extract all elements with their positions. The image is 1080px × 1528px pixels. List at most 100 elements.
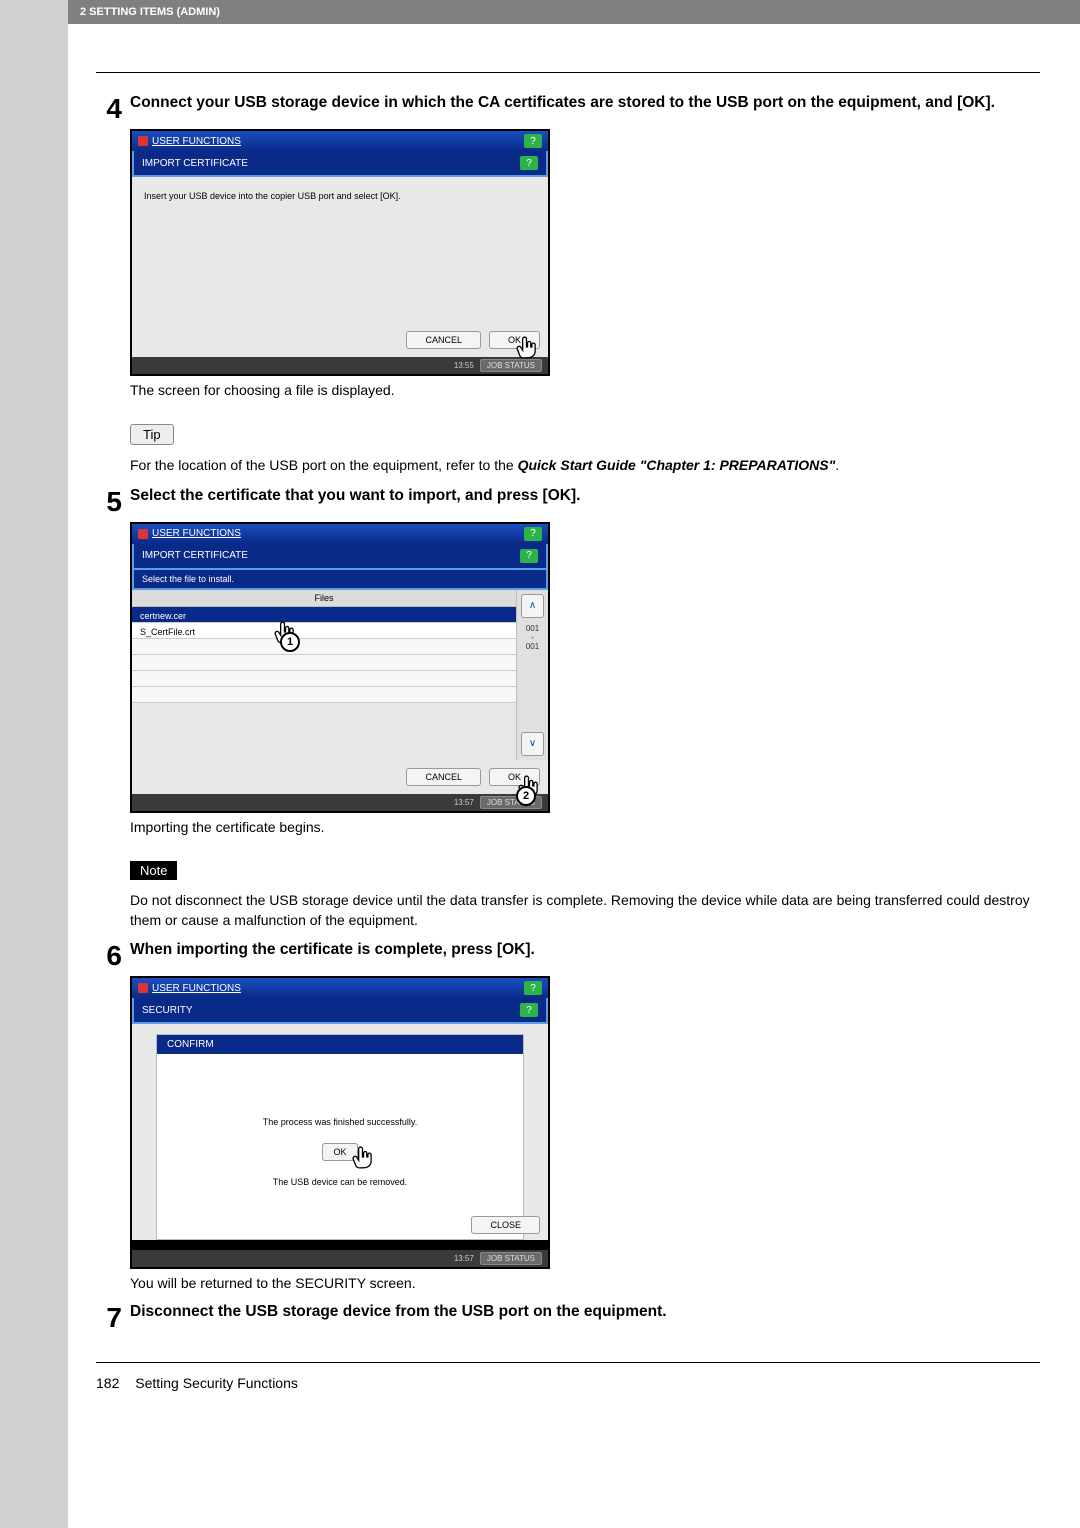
step5-caption: Importing the certificate begins.: [130, 817, 1040, 837]
status-icon: [138, 136, 148, 146]
help-icon[interactable]: ?: [524, 981, 542, 995]
ds-breadcrumb: IMPORT CERTIFICATE ?: [132, 544, 548, 570]
ds-instruction-bar: Select the file to install.: [132, 570, 548, 590]
tip-text: For the location of the USB port on the …: [130, 455, 1040, 475]
step-number: 6: [96, 940, 130, 970]
step-number: 5: [96, 486, 130, 516]
step-5: 5 Select the certificate that you want t…: [96, 486, 1040, 516]
ds-title: USER FUNCTIONS: [152, 983, 241, 994]
help-icon[interactable]: ?: [524, 134, 542, 148]
confirm-content: The process was finished successfully. O…: [157, 1054, 523, 1239]
file-row-empty: [132, 639, 516, 655]
confirm-dialog: CONFIRM The process was finished success…: [156, 1034, 524, 1240]
file-row-empty: [132, 671, 516, 687]
step-number: 4: [96, 93, 130, 123]
device-screen-2: USER FUNCTIONS ? IMPORT CERTIFICATE ? Se…: [130, 522, 550, 813]
ds-title: USER FUNCTIONS: [152, 136, 241, 147]
ds-footer: 13:57 JOB STATUS: [132, 1250, 548, 1267]
cancel-button[interactable]: CANCEL: [406, 331, 481, 349]
status-icon: [138, 529, 148, 539]
page-sep: -: [517, 633, 548, 642]
ds-titlebar: USER FUNCTIONS ?: [132, 131, 548, 151]
step-4: 4 Connect your USB storage device in whi…: [96, 93, 1040, 123]
page-sidebar: [0, 0, 68, 1528]
step-title: When importing the certificate is comple…: [130, 940, 1040, 970]
breadcrumb-text: SECURITY: [142, 1005, 193, 1016]
page-footer: 182 Setting Security Functions: [68, 1375, 1080, 1391]
button-row: CANCEL OK 2: [132, 760, 548, 794]
screenshot-step6: USER FUNCTIONS ? SECURITY ? CONFIRM The …: [130, 976, 1040, 1269]
step4-caption: The screen for choosing a file is displa…: [130, 380, 1040, 400]
help-icon[interactable]: ?: [520, 156, 538, 170]
pointer-icon: [350, 1145, 376, 1171]
section-header-text: 2 SETTING ITEMS (ADMIN): [80, 6, 220, 18]
ds-body: Insert your USB device into the copier U…: [132, 177, 548, 357]
page-number: 182: [96, 1375, 119, 1391]
step-title: Disconnect the USB storage device from t…: [130, 1302, 1040, 1332]
files-header: Files: [132, 590, 516, 607]
instruction-text: Insert your USB device into the copier U…: [142, 187, 538, 205]
section-header: 2 SETTING ITEMS (ADMIN): [68, 0, 1080, 24]
note-text: Do not disconnect the USB storage device…: [130, 890, 1040, 931]
scroll-up-button[interactable]: ∧: [521, 594, 544, 618]
file-row[interactable]: S_CertFile.crt: [132, 623, 516, 639]
file-row[interactable]: certnew.cer: [132, 607, 516, 623]
help-icon[interactable]: ?: [520, 549, 538, 563]
step-number: 7: [96, 1302, 130, 1332]
screenshot-step4: USER FUNCTIONS ? IMPORT CERTIFICATE ? In…: [130, 129, 1040, 376]
device-screen-1: USER FUNCTIONS ? IMPORT CERTIFICATE ? In…: [130, 129, 550, 376]
bottom-rule: [96, 1362, 1040, 1363]
tip-reference: Quick Start Guide "Chapter 1: PREPARATIO…: [518, 457, 836, 473]
device-screen-3: USER FUNCTIONS ? SECURITY ? CONFIRM The …: [130, 976, 550, 1269]
step-6: 6 When importing the certificate is comp…: [96, 940, 1040, 970]
page-content: 4 Connect your USB storage device in whi…: [68, 72, 1080, 1363]
file-list-scroll: ∧ 001 - 001 ∨: [516, 590, 548, 760]
help-icon[interactable]: ?: [520, 1003, 538, 1017]
confirm-message: The process was finished successfully.: [263, 1117, 417, 1127]
step-title: Select the certificate that you want to …: [130, 486, 1040, 516]
top-rule: [96, 72, 1040, 73]
ds-body-filelist: Files certnew.cer S_CertFile.crt ∧ 001 -: [132, 590, 548, 760]
ds-body: CONFIRM The process was finished success…: [132, 1024, 548, 1240]
tip-text-part2: .: [835, 457, 839, 473]
cancel-button[interactable]: CANCEL: [406, 768, 481, 786]
breadcrumb-text: IMPORT CERTIFICATE: [142, 550, 248, 561]
tip-text-part1: For the location of the USB port on the …: [130, 457, 518, 473]
screenshot-step5: USER FUNCTIONS ? IMPORT CERTIFICATE ? Se…: [130, 522, 1040, 813]
footer-title: Setting Security Functions: [135, 1375, 298, 1391]
page-current: 001: [517, 624, 548, 633]
ds-title: USER FUNCTIONS: [152, 528, 241, 539]
help-icon[interactable]: ?: [524, 527, 542, 541]
manual-page: 2 SETTING ITEMS (ADMIN) 4 Connect your U…: [0, 0, 1080, 1528]
page-total: 001: [517, 642, 548, 651]
confirm-header: CONFIRM: [157, 1035, 523, 1054]
ds-breadcrumb: IMPORT CERTIFICATE ?: [132, 151, 548, 177]
note-label: Note: [130, 861, 177, 880]
ds-titlebar: USER FUNCTIONS ?: [132, 524, 548, 544]
scroll-down-button[interactable]: ∨: [521, 732, 544, 756]
page-indicator: 001 - 001: [517, 622, 548, 728]
ds-footer: 13:57JOB STATUS: [132, 794, 548, 811]
ds-time: 13:55: [454, 361, 474, 370]
button-row: CLOSE: [471, 1216, 540, 1234]
callout-badge: 2: [516, 786, 536, 806]
confirm-note: The USB device can be removed.: [273, 1177, 408, 1187]
step6-caption: You will be returned to the SECURITY scr…: [130, 1273, 1040, 1293]
ds-time: 13:57: [454, 1254, 474, 1263]
file-row-empty: [132, 687, 516, 703]
pointer-icon: [514, 335, 540, 361]
ds-time: 13:57: [454, 798, 474, 807]
step-7: 7 Disconnect the USB storage device from…: [96, 1302, 1040, 1332]
ds-breadcrumb: SECURITY ?: [132, 998, 548, 1024]
close-button[interactable]: CLOSE: [471, 1216, 540, 1234]
breadcrumb-text: IMPORT CERTIFICATE: [142, 158, 248, 169]
step-title: Connect your USB storage device in which…: [130, 93, 1040, 123]
ds-titlebar: USER FUNCTIONS ?: [132, 978, 548, 998]
file-list-column: Files certnew.cer S_CertFile.crt: [132, 590, 516, 760]
file-row-empty: [132, 655, 516, 671]
status-icon: [138, 983, 148, 993]
tip-label: Tip: [130, 424, 174, 445]
ds-footer: 13:55JOB STATUS: [132, 357, 548, 374]
job-status-button[interactable]: JOB STATUS: [480, 1252, 542, 1265]
callout-badge: 1: [280, 632, 300, 652]
